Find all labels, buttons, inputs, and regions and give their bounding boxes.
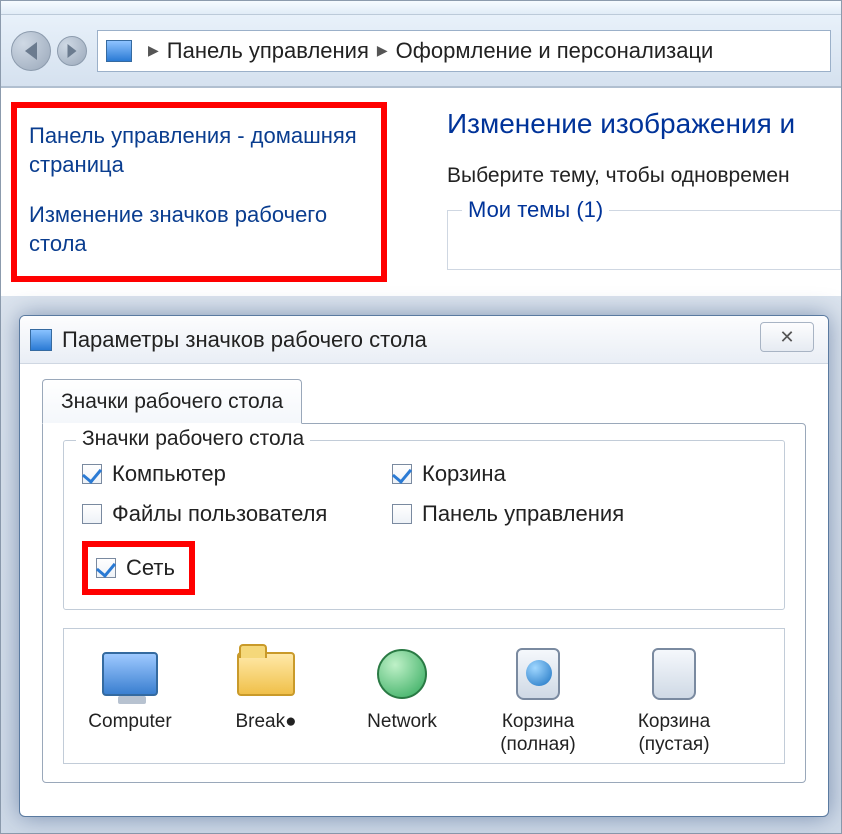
tabstrip: Значки рабочего стола xyxy=(42,378,806,423)
main-area: Панель управления - домашняя страница Из… xyxy=(1,87,841,296)
dialog-title: Параметры значков рабочего стола xyxy=(62,327,427,353)
checkbox-computer[interactable]: Компьютер xyxy=(82,461,382,487)
checkbox-icon xyxy=(82,504,102,524)
checkbox-network-highlight: Сеть xyxy=(82,541,195,595)
checkbox-icon xyxy=(82,464,102,484)
themes-legend: Мои темы (1) xyxy=(462,197,609,223)
icon-label: Network xyxy=(367,711,437,734)
checkbox-user-files[interactable]: Файлы пользователя xyxy=(82,501,382,527)
recycle-empty-icon xyxy=(638,643,710,705)
icon-preview-computer[interactable]: Computer xyxy=(74,643,186,757)
arrow-right-icon xyxy=(68,44,77,58)
themes-groupbox: Мои темы (1) xyxy=(447,210,841,270)
checkbox-label: Компьютер xyxy=(112,461,226,487)
dialog-titlebar[interactable]: Параметры значков рабочего стола ✕ xyxy=(20,316,828,364)
computer-icon xyxy=(94,643,166,705)
icon-label: Break● xyxy=(235,711,296,734)
network-icon xyxy=(366,643,438,705)
checkbox-icon xyxy=(392,504,412,524)
page-subtitle: Выберите тему, чтобы одновремен xyxy=(447,164,841,188)
recycle-full-icon xyxy=(502,643,574,705)
nav-forward-button[interactable] xyxy=(57,36,87,66)
breadcrumb-item[interactable]: Оформление и персонализаци xyxy=(396,38,714,64)
tab-label: Значки рабочего стола xyxy=(61,390,283,414)
checkbox-label: Панель управления xyxy=(422,501,624,527)
chevron-right-icon: ▶ xyxy=(148,42,159,59)
icon-preview-network[interactable]: Network xyxy=(346,643,458,757)
desktop-icons-groupbox: Значки рабочего стола Компьютер Корзина xyxy=(63,440,785,610)
tab-desktop-icons[interactable]: Значки рабочего стола xyxy=(42,379,302,424)
address-bar[interactable]: ▶ Панель управления ▶ Оформление и персо… xyxy=(97,30,831,72)
sidebar-link-change-icons[interactable]: Изменение значков рабочего стола xyxy=(29,201,369,258)
sidebar: Панель управления - домашняя страница Из… xyxy=(1,88,397,296)
checkbox-network[interactable]: Сеть xyxy=(96,555,175,581)
icon-preview-recycle-full[interactable]: Корзина (полная) xyxy=(482,643,594,757)
checkbox-icon xyxy=(96,558,116,578)
user-folder-icon xyxy=(230,643,302,705)
checkbox-label: Файлы пользователя xyxy=(112,501,327,527)
close-icon: ✕ xyxy=(779,327,794,348)
sidebar-highlight: Панель управления - домашняя страница Из… xyxy=(11,102,387,282)
window: ▶ Панель управления ▶ Оформление и персо… xyxy=(0,0,842,834)
close-button[interactable]: ✕ xyxy=(760,322,814,352)
checkbox-control-panel[interactable]: Панель управления xyxy=(392,501,766,527)
chevron-right-icon: ▶ xyxy=(377,42,388,59)
tab-panel: Значки рабочего стола Компьютер Корзина xyxy=(42,423,806,783)
page-title: Изменение изображения и xyxy=(447,108,841,140)
desktop-icons-dialog: Параметры значков рабочего стола ✕ Значк… xyxy=(19,315,829,817)
nav-row: ▶ Панель управления ▶ Оформление и персо… xyxy=(1,15,841,87)
checkbox-label: Корзина xyxy=(422,461,506,487)
icon-preview-recycle-empty[interactable]: Корзина (пустая) xyxy=(618,643,730,757)
checkbox-icon xyxy=(392,464,412,484)
icon-label: Computer xyxy=(88,711,171,734)
groupbox-legend: Значки рабочего стола xyxy=(76,427,310,451)
window-titlebar xyxy=(1,1,841,15)
icon-label: Корзина (полная) xyxy=(482,711,594,757)
breadcrumb-item[interactable]: Панель управления xyxy=(167,38,369,64)
content: Изменение изображения и Выберите тему, ч… xyxy=(397,88,841,296)
sidebar-link-home[interactable]: Панель управления - домашняя страница xyxy=(29,122,369,179)
arrow-left-icon xyxy=(25,42,37,60)
checkbox-label: Сеть xyxy=(126,555,175,581)
checkbox-grid: Компьютер Корзина Файлы пользователя xyxy=(82,461,766,527)
dialog-title-icon xyxy=(30,329,52,351)
icon-preview-strip: Computer Break● Network Корзина (полная) xyxy=(63,628,785,764)
nav-back-button[interactable] xyxy=(11,31,51,71)
icon-preview-user[interactable]: Break● xyxy=(210,643,322,757)
dialog-body: Значки рабочего стола Значки рабочего ст… xyxy=(20,364,828,783)
control-panel-icon xyxy=(106,40,132,62)
checkbox-recycle-bin[interactable]: Корзина xyxy=(392,461,766,487)
icon-label: Корзина (пустая) xyxy=(618,711,730,757)
